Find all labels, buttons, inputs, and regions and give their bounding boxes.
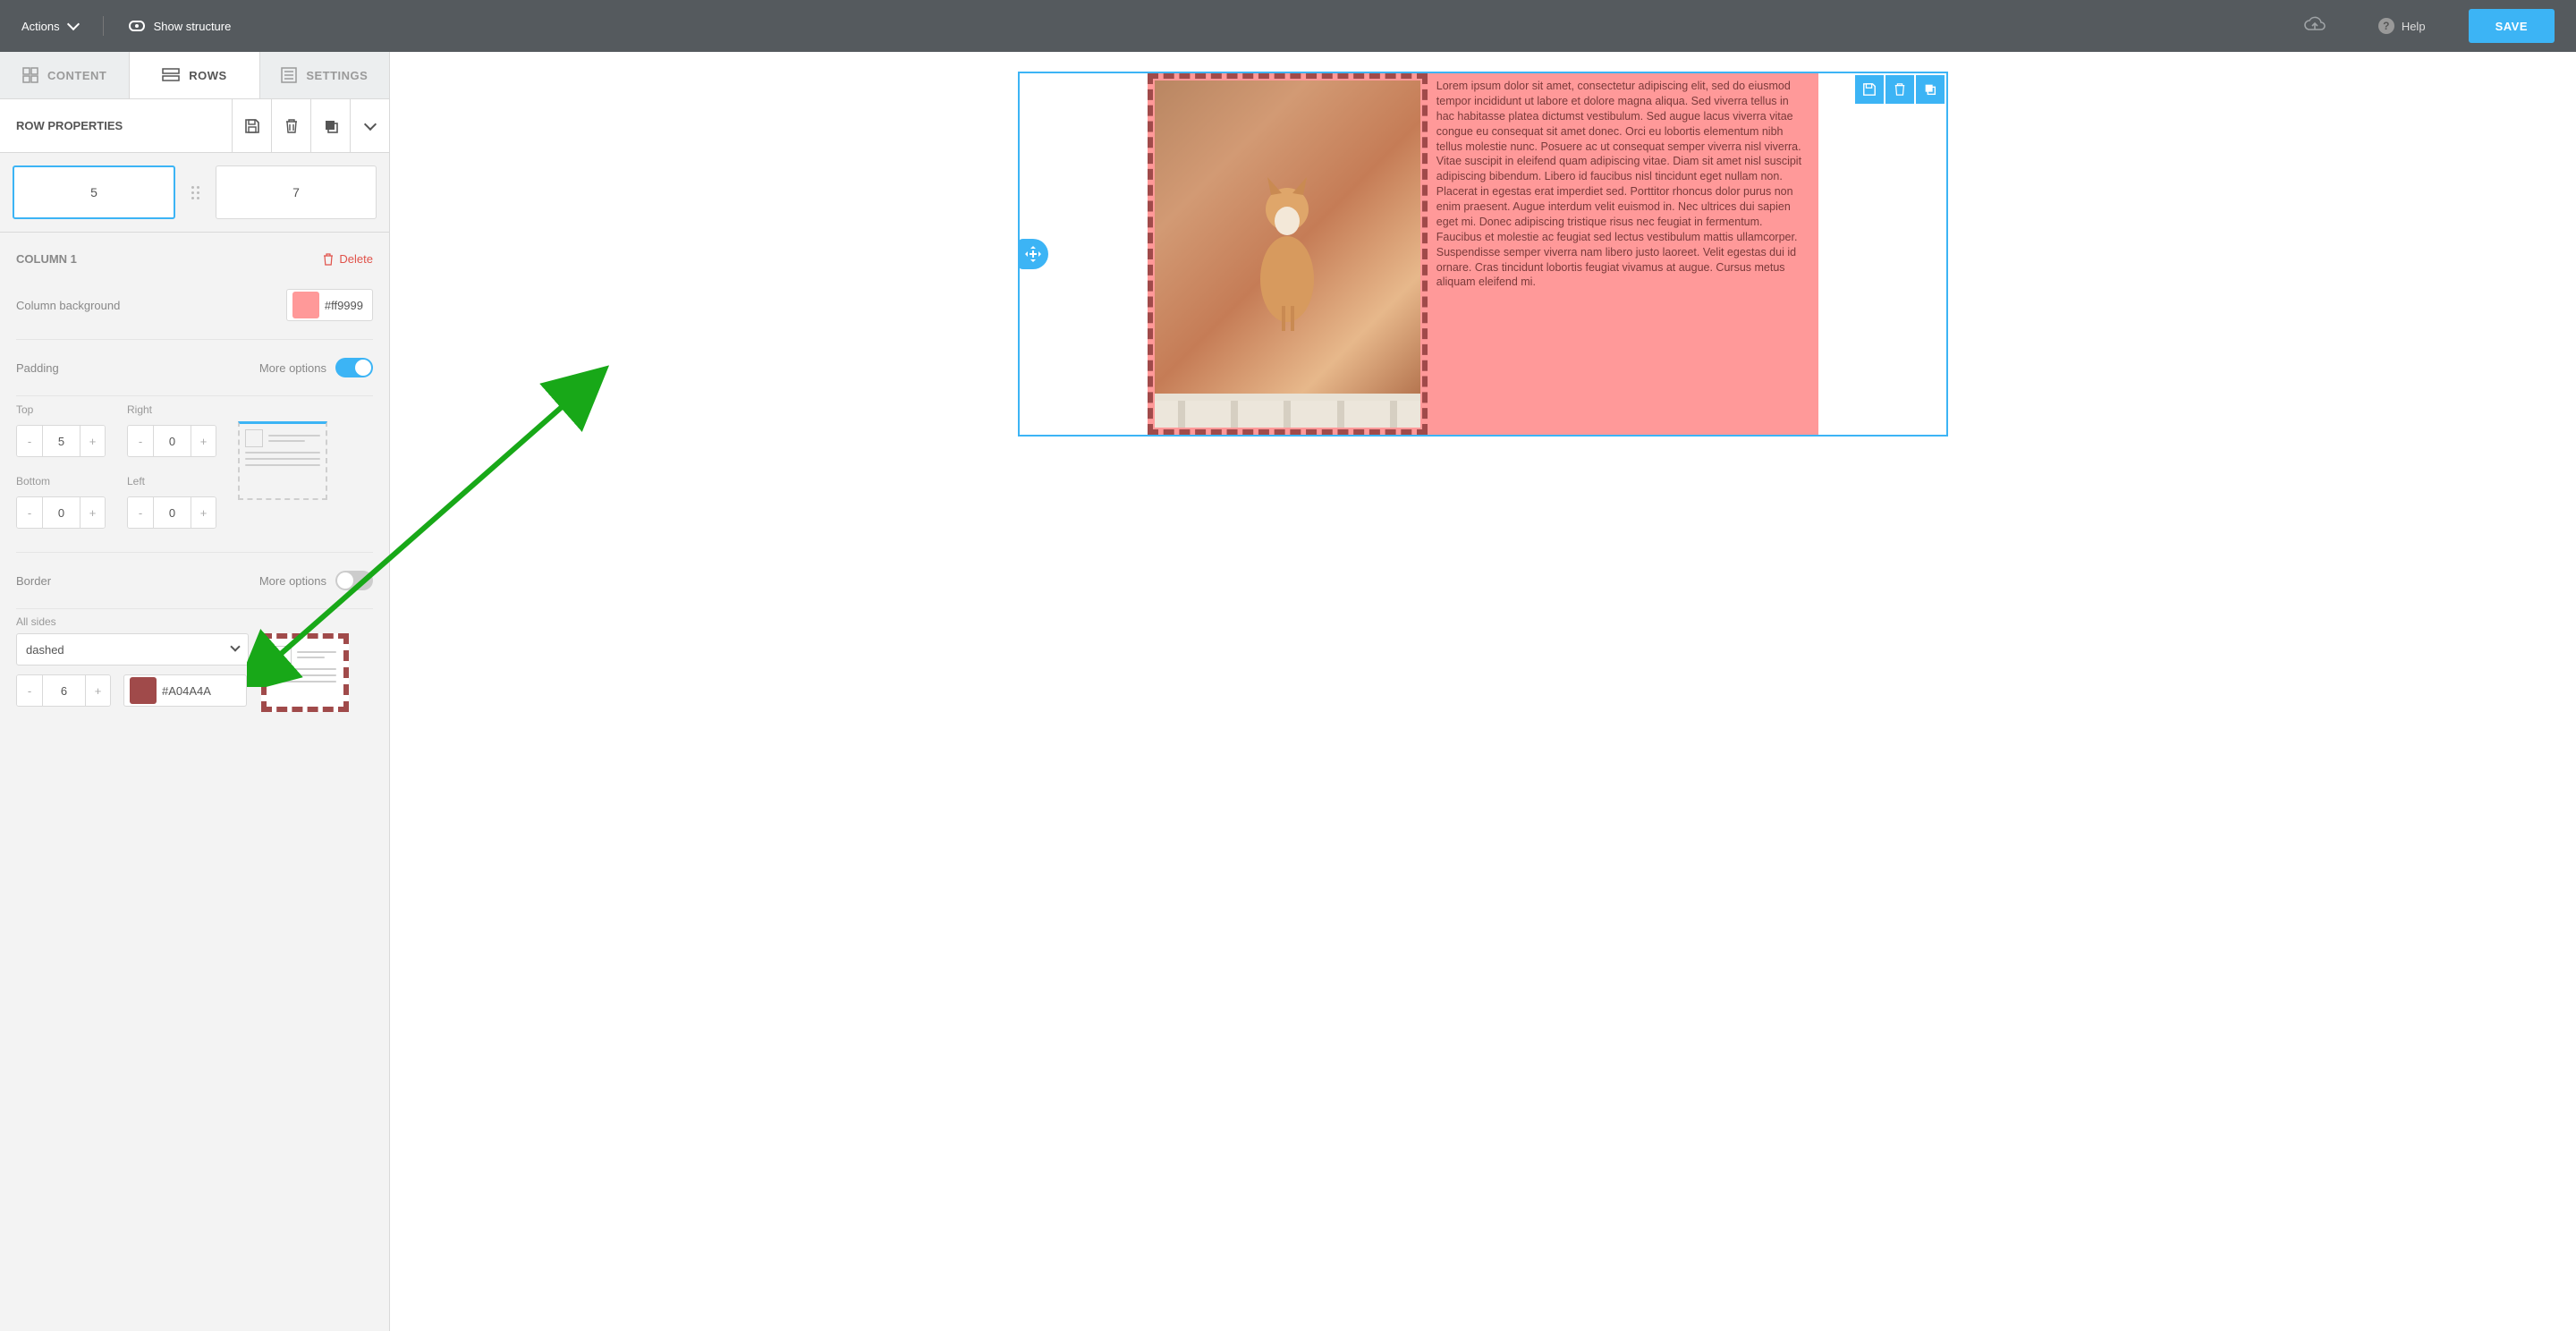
padding-bottom-label: Bottom <box>16 475 106 487</box>
padding-top-stepper[interactable]: - 5 + <box>16 425 106 457</box>
row-trailing-space <box>1818 73 1946 435</box>
delete-row-button[interactable] <box>1885 75 1914 104</box>
increment-button[interactable]: + <box>85 675 110 706</box>
row-action-toolbar <box>1855 75 1945 104</box>
tab-rows-label: ROWS <box>189 69 226 82</box>
question-icon: ? <box>2378 18 2394 34</box>
padding-left-label: Left <box>127 475 216 487</box>
column-heading: COLUMN 1 <box>16 252 77 266</box>
increment-button[interactable]: + <box>191 426 216 456</box>
row-properties-header: ROW PROPERTIES <box>0 99 389 153</box>
tab-content[interactable]: CONTENT <box>0 52 130 98</box>
padding-preview-icon <box>238 421 327 500</box>
decrement-button[interactable]: - <box>17 497 42 528</box>
lorem-text: Lorem ipsum dolor sit amet, consectetur … <box>1436 80 1801 288</box>
increment-button[interactable]: + <box>191 497 216 528</box>
padding-left-value: 0 <box>153 497 191 528</box>
help-label: Help <box>2402 20 2426 33</box>
save-label: SAVE <box>2496 20 2528 33</box>
border-style-value: dashed <box>26 643 64 657</box>
column-2-value: 7 <box>292 185 300 199</box>
help-link[interactable]: ? Help <box>2378 18 2426 34</box>
cloud-upload-icon[interactable] <box>2303 16 2326 37</box>
increment-button[interactable]: + <box>80 497 105 528</box>
save-button[interactable]: SAVE <box>2469 9 2555 43</box>
save-row-icon[interactable] <box>232 99 271 153</box>
selected-row[interactable]: Lorem ipsum dolor sit amet, consectetur … <box>1018 72 1948 437</box>
left-sidebar: CONTENT ROWS SETTINGS ROW PROPERTIES <box>0 52 390 1331</box>
border-more-options-toggle[interactable] <box>335 571 373 590</box>
drag-handle-icon[interactable] <box>190 186 201 199</box>
padding-top-value: 5 <box>42 426 80 456</box>
padding-more-options-toggle[interactable] <box>335 358 373 377</box>
column-bg-color-input[interactable]: #ff9999 <box>286 289 373 321</box>
column-1-box[interactable]: 5 <box>13 165 175 219</box>
tab-content-label: CONTENT <box>47 69 106 82</box>
delete-row-icon[interactable] <box>271 99 310 153</box>
padding-label: Padding <box>16 361 59 375</box>
border-width-value: 6 <box>42 675 85 706</box>
border-preview-icon <box>261 633 349 712</box>
more-options-label: More options <box>259 361 326 375</box>
column-2-content[interactable]: Lorem ipsum dolor sit amet, consectetur … <box>1428 73 1818 435</box>
tab-settings[interactable]: SETTINGS <box>260 52 389 98</box>
color-swatch-icon <box>292 292 319 318</box>
save-row-button[interactable] <box>1855 75 1884 104</box>
actions-menu[interactable]: Actions <box>21 20 78 33</box>
padding-bottom-value: 0 <box>42 497 80 528</box>
cat-image[interactable] <box>1155 81 1420 428</box>
row-properties-title: ROW PROPERTIES <box>16 119 123 132</box>
column-2-box[interactable]: 7 <box>216 165 377 219</box>
border-color-input[interactable]: #A04A4A <box>123 674 247 707</box>
padding-left-stepper[interactable]: - 0 + <box>127 496 216 529</box>
tab-rows[interactable]: ROWS <box>130 52 259 98</box>
main-area: CONTENT ROWS SETTINGS ROW PROPERTIES <box>0 52 2576 1331</box>
sidebar-tabs: CONTENT ROWS SETTINGS <box>0 52 389 99</box>
tab-settings-label: SETTINGS <box>306 69 368 82</box>
delete-column-button[interactable]: Delete <box>323 252 373 266</box>
actions-label: Actions <box>21 20 60 33</box>
collapse-icon[interactable] <box>350 99 389 153</box>
all-sides-label: All sides <box>16 615 56 628</box>
eye-icon <box>129 21 145 31</box>
decrement-button[interactable]: - <box>128 497 153 528</box>
duplicate-row-icon[interactable] <box>310 99 350 153</box>
move-row-handle[interactable] <box>1018 239 1048 269</box>
padding-right-stepper[interactable]: - 0 + <box>127 425 216 457</box>
chevron-down-icon <box>230 641 240 651</box>
border-color-value: #A04A4A <box>162 684 220 698</box>
show-structure-label: Show structure <box>154 20 232 33</box>
more-options-label-2: More options <box>259 574 326 588</box>
cat-illustration-icon <box>1233 154 1341 333</box>
bg-label: Column background <box>16 299 120 312</box>
increment-button[interactable]: + <box>80 426 105 456</box>
padding-bottom-stepper[interactable]: - 0 + <box>16 496 106 529</box>
column-1-value: 5 <box>90 185 97 199</box>
padding-right-label: Right <box>127 403 216 416</box>
top-bar: Actions Show structure ? Help SAVE <box>0 0 2576 52</box>
decrement-button[interactable]: - <box>17 675 42 706</box>
border-style-select[interactable]: dashed <box>16 633 249 666</box>
padding-right-value: 0 <box>153 426 191 456</box>
trash-icon <box>323 253 334 266</box>
chevron-down-icon <box>67 18 80 30</box>
color-swatch-icon <box>130 677 157 704</box>
duplicate-row-button[interactable] <box>1916 75 1945 104</box>
decrement-button[interactable]: - <box>17 426 42 456</box>
delete-label: Delete <box>339 252 373 266</box>
bg-color-value: #ff9999 <box>325 299 372 312</box>
column-1-content[interactable] <box>1148 73 1428 435</box>
border-width-stepper[interactable]: - 6 + <box>16 674 111 707</box>
column-ratio-row: 5 7 <box>0 153 389 233</box>
vertical-divider <box>103 16 104 36</box>
move-icon <box>1025 246 1041 262</box>
border-label: Border <box>16 574 51 588</box>
padding-top-label: Top <box>16 403 106 416</box>
decrement-button[interactable]: - <box>128 426 153 456</box>
editor-canvas[interactable]: Lorem ipsum dolor sit amet, consectetur … <box>390 52 2576 1331</box>
show-structure-toggle[interactable]: Show structure <box>129 20 232 33</box>
chevron-down-icon <box>363 117 376 130</box>
